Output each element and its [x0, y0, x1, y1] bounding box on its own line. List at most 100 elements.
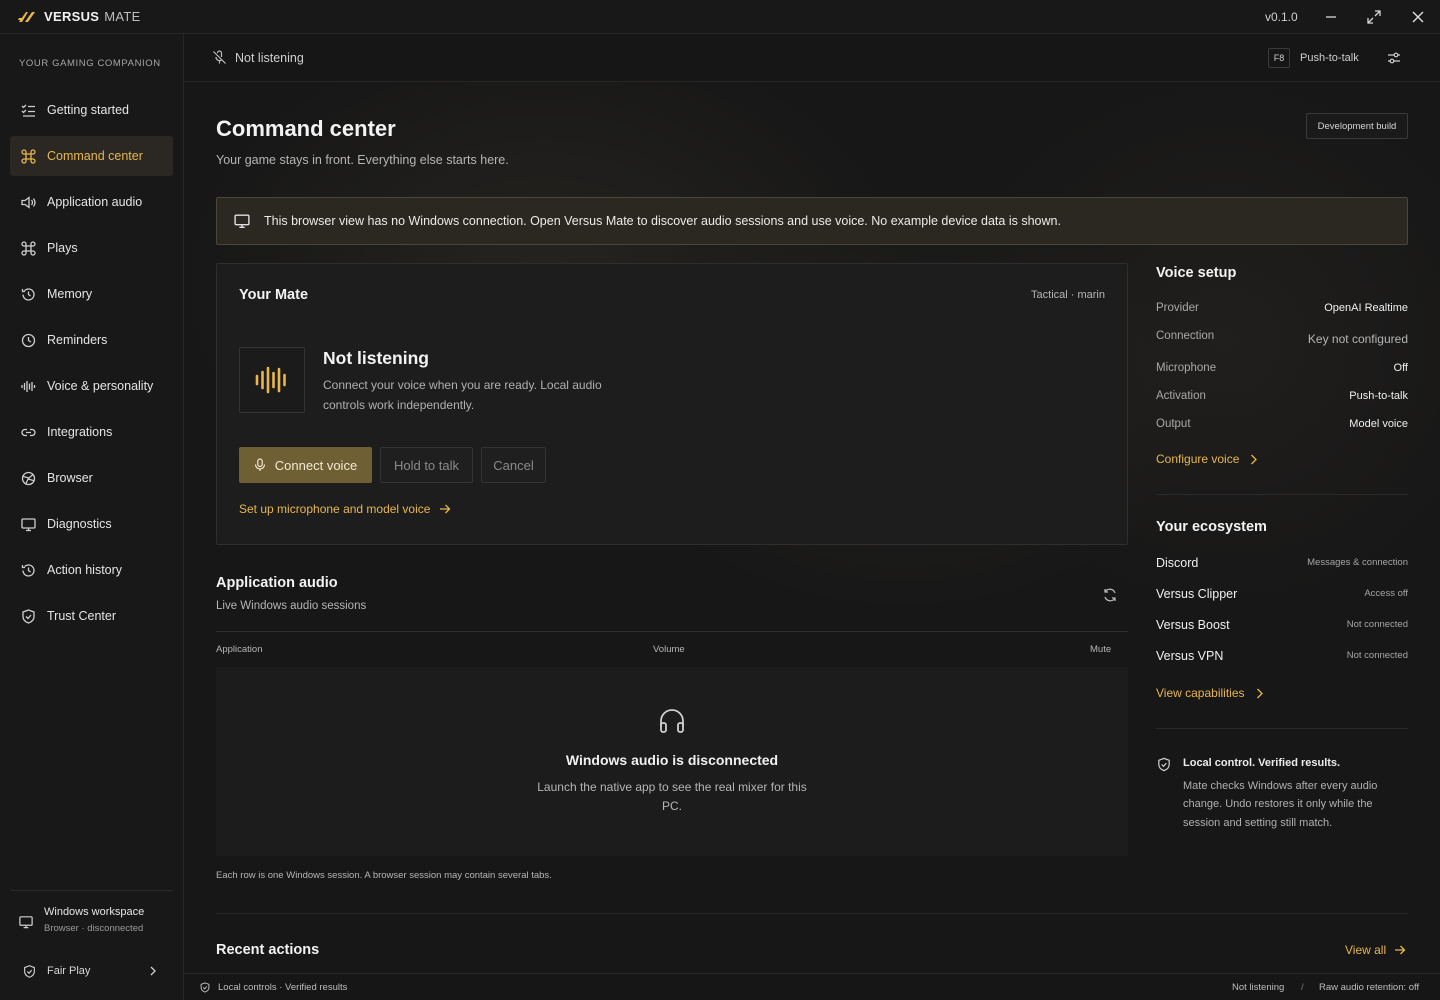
mate-meta: Tactical · marin	[1031, 289, 1105, 301]
workspace-title: Windows workspace	[44, 906, 145, 918]
sidebar-item-trust-center[interactable]: Trust Center	[10, 596, 173, 636]
configure-voice-label: Configure voice	[1156, 452, 1240, 466]
recent-actions-title: Recent actions	[216, 942, 320, 958]
sidebar-item-label: Memory	[47, 287, 93, 301]
settings-button[interactable]	[1386, 50, 1404, 68]
right-divider	[1156, 494, 1408, 495]
mate-status-title: Not listening	[323, 348, 429, 368]
hold-to-talk-button[interactable]: Hold to talk	[380, 447, 473, 483]
your-mate-card: Your Mate Tactical · marin Not listening…	[216, 263, 1128, 545]
view-all-label: View all	[1345, 943, 1387, 957]
microphone-icon	[254, 458, 265, 471]
voice-connection-label: Connection	[1156, 330, 1215, 342]
sidebar-item-label: Voice & personality	[47, 379, 154, 393]
mate-voice-tile	[239, 347, 305, 413]
speaker-icon	[21, 195, 36, 209]
eco-vpn-name[interactable]: Versus VPN	[1156, 649, 1223, 663]
configure-voice-link[interactable]: Configure voice	[1156, 452, 1258, 466]
hotkey-badge: F8	[1268, 48, 1290, 68]
sidebar-item-label: Command center	[47, 149, 143, 163]
workspace-subtitle: Browser · disconnected	[44, 923, 144, 934]
sidebar-item-label: Reminders	[47, 333, 108, 347]
minimize-icon	[1326, 16, 1336, 18]
history-icon	[21, 287, 35, 301]
sidebar-item-label: Trust Center	[47, 609, 117, 623]
voice-output-value: Model voice	[1349, 418, 1408, 430]
cancel-button[interactable]: Cancel	[481, 447, 546, 483]
mic-off-icon	[213, 50, 226, 64]
sidebar-item-memory[interactable]: Memory	[10, 274, 173, 314]
arrow-right-icon	[1395, 945, 1406, 955]
eco-clipper-name[interactable]: Versus Clipper	[1156, 587, 1237, 601]
view-all-link[interactable]: View all	[1345, 943, 1406, 957]
col-mute: Mute	[1090, 644, 1112, 655]
status-listening: Not listening	[1232, 982, 1285, 993]
sliders-icon	[1388, 52, 1400, 64]
status-bar: Local controls · Verified results Not li…	[184, 973, 1440, 1000]
fair-play-button[interactable]: Fair Play	[10, 956, 173, 986]
section-divider	[216, 913, 1408, 914]
brand-name: VERSUS	[44, 9, 100, 24]
sidebar-item-diagnostics[interactable]: Diagnostics	[10, 504, 173, 544]
globe-icon	[21, 471, 36, 485]
sidebar-item-label: Integrations	[47, 425, 113, 439]
refresh-button[interactable]	[1102, 587, 1120, 605]
app-audio-subtitle: Live Windows audio sessions	[216, 600, 367, 612]
sidebar-item-getting-started[interactable]: Getting started	[10, 90, 173, 130]
audio-footnote: Each row is one Windows session. A brows…	[216, 870, 552, 881]
eco-discord-name[interactable]: Discord	[1156, 556, 1198, 570]
monitor-icon	[19, 916, 33, 929]
minimize-button[interactable]	[1319, 5, 1343, 29]
brand-sub: MATE	[104, 9, 141, 24]
sidebar-item-browser[interactable]: Browser	[10, 458, 173, 498]
link-icon	[21, 428, 36, 436]
waveform-icon	[21, 380, 36, 392]
sidebar-item-application-audio[interactable]: Application audio	[10, 182, 173, 222]
sidebar-item-plays[interactable]: Plays	[10, 228, 173, 268]
waveform-icon	[255, 366, 286, 394]
sidebar-item-voice-personality[interactable]: Voice & personality	[10, 366, 173, 406]
sidebar-item-label: Getting started	[47, 103, 129, 117]
close-button[interactable]	[1406, 5, 1430, 29]
col-application: Application	[216, 644, 263, 655]
eco-boost-status: Not connected	[1346, 619, 1408, 630]
sidebar-item-action-history[interactable]: Action history	[10, 550, 173, 590]
maximize-button[interactable]	[1362, 5, 1386, 29]
monitor-icon	[21, 517, 36, 531]
connection-banner: This browser view has no Windows connect…	[216, 197, 1408, 245]
view-capabilities-link[interactable]: View capabilities	[1156, 686, 1264, 700]
monitor-icon	[234, 214, 250, 229]
audio-empty-desc-1: Launch the native app to see the real mi…	[537, 780, 807, 794]
voice-microphone-value: Off	[1393, 362, 1408, 374]
top-bar: Not listening F8 Push-to-talk	[184, 34, 1440, 82]
sidebar-item-integrations[interactable]: Integrations	[10, 412, 173, 452]
connect-voice-label: Connect voice	[274, 457, 358, 473]
eco-vpn-status: Not connected	[1346, 650, 1408, 661]
ecosystem-title: Your ecosystem	[1156, 519, 1267, 535]
eco-boost-name[interactable]: Versus Boost	[1156, 618, 1230, 632]
workspace-status[interactable]: Windows workspace Browser · disconnected	[18, 906, 144, 934]
title-bar: VERSUS MATE v0.1.0	[0, 0, 1440, 34]
trust-line-3: session and setting still match.	[1183, 817, 1333, 829]
setup-mic-link[interactable]: Set up microphone and model voice	[239, 502, 451, 516]
connect-voice-button[interactable]: Connect voice	[239, 447, 372, 483]
eco-clipper-status: Access off	[1364, 588, 1408, 599]
sidebar-item-label: Application audio	[47, 195, 143, 209]
listening-status: Not listening	[212, 50, 304, 65]
ptt-mode-label: Push-to-talk	[1300, 52, 1359, 64]
audio-empty-state: Windows audio is disconnected Launch the…	[216, 667, 1128, 856]
command-icon	[21, 240, 36, 256]
voice-output-label: Output	[1156, 418, 1191, 430]
version-label: v0.1.0	[1265, 10, 1298, 24]
fair-play-label: Fair Play	[47, 965, 91, 977]
voice-setup-title: Voice setup	[1156, 265, 1237, 281]
sidebar-item-label: Browser	[47, 471, 93, 485]
mate-status-desc-2: controls work independently.	[323, 398, 475, 412]
chevron-right-icon	[1251, 454, 1258, 464]
mate-title: Your Mate	[239, 287, 309, 303]
sidebar-item-command-center[interactable]: Command center	[10, 136, 173, 176]
sidebar-item-reminders[interactable]: Reminders	[10, 320, 173, 360]
voice-provider-value: OpenAI Realtime	[1324, 302, 1408, 314]
voice-connection-value: Key not configured	[1307, 332, 1408, 346]
sidebar-tagline: YOUR GAMING COMPANION	[19, 58, 161, 69]
